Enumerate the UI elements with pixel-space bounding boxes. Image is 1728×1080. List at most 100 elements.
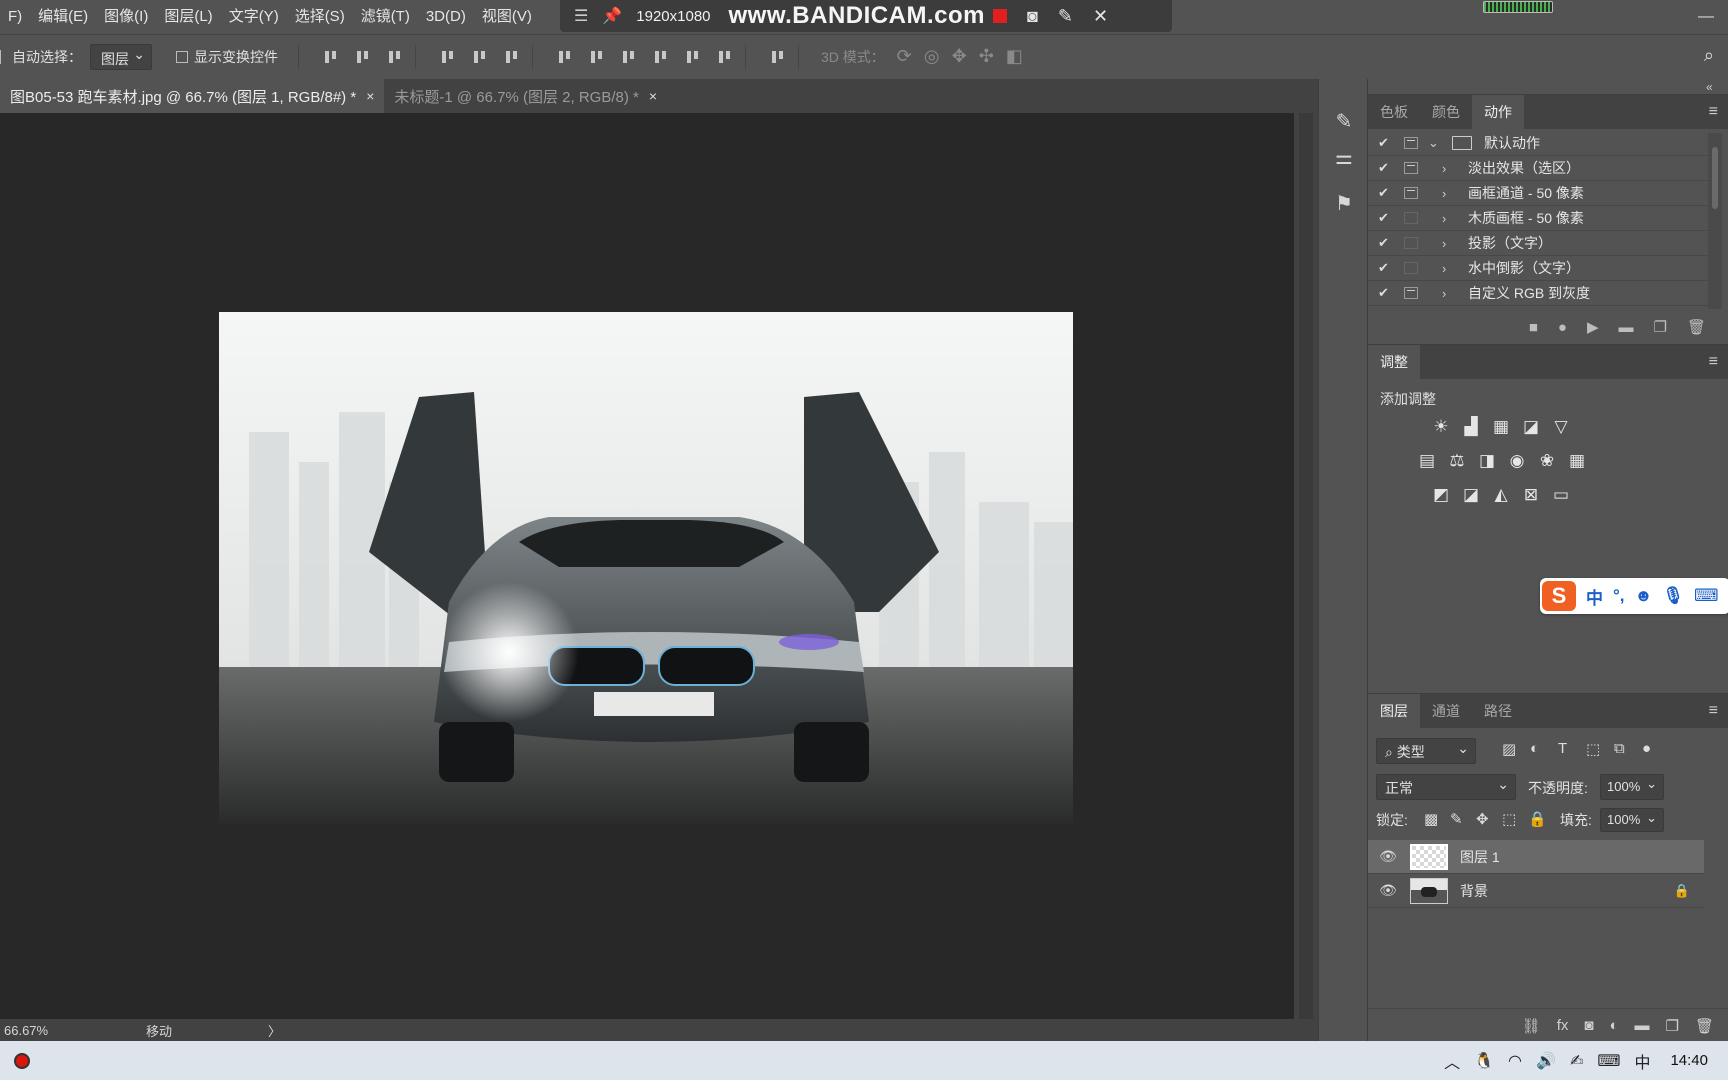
brightness-contrast-icon[interactable]: ☀	[1426, 415, 1456, 439]
play-icon[interactable]: ▶	[1587, 318, 1599, 336]
tab-paths[interactable]: 路径	[1472, 694, 1524, 728]
check-icon[interactable]: ✔	[1378, 160, 1394, 176]
tab-layers[interactable]: 图层	[1368, 694, 1420, 728]
fx-icon[interactable]: fx	[1557, 1017, 1569, 1034]
tab-document-2[interactable]: 未标题-1 @ 66.7% (图层 2, RGB/8) * ×	[384, 79, 667, 113]
clone-source-icon[interactable]: ⚑	[1329, 189, 1359, 219]
check-icon[interactable]: ✔	[1378, 210, 1394, 226]
actions-scrollbar[interactable]	[1708, 133, 1722, 309]
menu-view[interactable]: 视图(V)	[474, 0, 540, 34]
qq-icon[interactable]: 🐧	[1474, 1051, 1494, 1071]
filter-toggle-icon[interactable]: ●	[1642, 740, 1651, 757]
lock-transparent-icon[interactable]: ▩	[1424, 810, 1438, 828]
eye-icon[interactable]: 👁	[1378, 882, 1398, 899]
distribute-hcenter-icon[interactable]	[685, 48, 703, 66]
distribute-top-icon[interactable]	[557, 48, 575, 66]
distribute-vcenter-icon[interactable]	[589, 48, 607, 66]
check-icon[interactable]: ✔	[1378, 285, 1394, 301]
photo-filter-icon[interactable]: ◉	[1502, 449, 1532, 473]
ime-mode[interactable]: 中	[1586, 584, 1603, 609]
tab-actions[interactable]: 动作	[1472, 95, 1524, 129]
show-transform-checkbox[interactable]	[176, 50, 188, 63]
dialog-toggle[interactable]	[1404, 162, 1418, 174]
microphone-icon[interactable]: 🎙	[1662, 586, 1684, 606]
filter-shape-icon[interactable]: ⬚	[1586, 740, 1600, 758]
check-icon[interactable]: ✔	[1378, 185, 1394, 201]
color-balance-icon[interactable]: ⚖	[1442, 449, 1472, 473]
properties-icon[interactable]: ⚌	[1329, 143, 1359, 173]
action-row[interactable]: ✔ › 画框通道 - 50 像素	[1368, 181, 1708, 206]
search-icon[interactable]: ⌕	[1704, 45, 1714, 66]
lock-position-icon[interactable]: ✥	[1476, 810, 1489, 828]
action-row[interactable]: ✔ › 投影（文字）	[1368, 231, 1708, 256]
action-row[interactable]: ✔ › 水中倒影（文字）	[1368, 256, 1708, 281]
close-icon[interactable]: ×	[649, 88, 657, 104]
new-layer-icon[interactable]: ❐	[1666, 1017, 1679, 1035]
eye-icon[interactable]: 👁	[1378, 848, 1398, 865]
align-right-icon[interactable]	[504, 48, 522, 66]
zoom-level[interactable]: 66.67%	[0, 1023, 56, 1038]
lock-artboard-icon[interactable]: ⬚	[1502, 810, 1516, 828]
check-icon[interactable]: ✔	[1378, 135, 1394, 151]
selective-color-icon[interactable]: ⊠	[1516, 483, 1546, 507]
filter-smart-object-icon[interactable]: ⧉	[1614, 740, 1625, 757]
minimize-icon[interactable]: —	[1684, 8, 1728, 26]
chevron-right-icon[interactable]: ›	[1442, 186, 1456, 201]
tab-channels[interactable]: 通道	[1420, 694, 1472, 728]
panel-menu-icon[interactable]: ≡	[1709, 103, 1718, 121]
posterize-icon[interactable]: ◪	[1456, 483, 1486, 507]
menu-3d[interactable]: 3D(D)	[418, 0, 474, 34]
chevron-right-icon[interactable]: ›	[1442, 286, 1456, 301]
ime-punctuation[interactable]: °,	[1613, 586, 1625, 606]
pin-icon[interactable]: 📌	[602, 6, 622, 26]
status-expand-arrow[interactable]: 〉	[268, 1021, 281, 1040]
color-lookup-icon[interactable]: ▦	[1562, 449, 1592, 473]
curves-icon[interactable]: ▦	[1486, 415, 1516, 439]
chevron-up-icon[interactable]: ︿	[1444, 1049, 1460, 1073]
collapse-right-icon[interactable]: «	[1706, 80, 1713, 94]
dialog-toggle[interactable]	[1404, 187, 1418, 199]
gradient-map-icon[interactable]: ▭	[1546, 483, 1576, 507]
group-folder-icon[interactable]: ▬	[1635, 1017, 1650, 1034]
filter-pixel-icon[interactable]: ▨	[1502, 740, 1516, 758]
clock[interactable]: 14:40	[1670, 1052, 1708, 1069]
menu-edit[interactable]: 编辑(E)	[30, 0, 96, 34]
action-row[interactable]: ✔ › 自定义 RGB 到灰度	[1368, 281, 1708, 306]
action-set-row[interactable]: ✔ ⌄ 默认动作	[1368, 131, 1708, 156]
align-vcenter-icon[interactable]	[355, 48, 373, 66]
trash-icon[interactable]: 🗑	[1695, 1017, 1714, 1035]
blend-mode-dropdown[interactable]: 正常	[1376, 774, 1516, 800]
black-white-icon[interactable]: ◨	[1472, 449, 1502, 473]
car-photo[interactable]	[219, 312, 1073, 824]
camera-icon[interactable]: ◙	[1027, 6, 1038, 27]
new-set-folder-icon[interactable]: ▬	[1619, 319, 1634, 336]
fill-input[interactable]: 100%	[1600, 808, 1664, 832]
chevron-right-icon[interactable]: ›	[1442, 236, 1456, 251]
check-icon[interactable]: ✔	[1378, 235, 1394, 251]
menu-file[interactable]: F)	[0, 0, 30, 34]
keyboard-icon[interactable]: ⌨	[1694, 586, 1719, 606]
check-icon[interactable]: ✔	[1378, 260, 1394, 276]
sogou-logo-icon[interactable]: S	[1542, 581, 1576, 611]
layer-row[interactable]: 👁 背景 🔒	[1368, 874, 1704, 908]
distribute-right-icon[interactable]	[717, 48, 735, 66]
roll-3d-icon[interactable]: ◎	[924, 46, 940, 67]
tab-swatches[interactable]: 色板	[1368, 95, 1420, 129]
distribute-bottom-icon[interactable]	[621, 48, 639, 66]
layer-row[interactable]: 👁 图层 1	[1368, 840, 1704, 874]
close-icon[interactable]: ✕	[1093, 6, 1108, 27]
chevron-right-icon[interactable]: ›	[1442, 161, 1456, 176]
layer-filter-dropdown[interactable]: ⌕ 类型	[1376, 738, 1476, 764]
slide-3d-icon[interactable]: ✣	[979, 46, 994, 67]
stop-icon[interactable]: ■	[1529, 319, 1538, 336]
dialog-toggle[interactable]	[1404, 137, 1418, 149]
vibrance-icon[interactable]: ▽	[1546, 415, 1576, 439]
channel-mixer-icon[interactable]: ❀	[1532, 449, 1562, 473]
ime-indicator[interactable]: 中	[1634, 1049, 1650, 1073]
tab-document-1[interactable]: 图B05-53 跑车素材.jpg @ 66.7% (图层 1, RGB/8#) …	[0, 79, 385, 113]
wifi-icon[interactable]: ◠	[1508, 1051, 1522, 1071]
align-left-icon[interactable]	[440, 48, 458, 66]
dialog-toggle[interactable]	[1404, 287, 1418, 299]
chevron-right-icon[interactable]: ›	[1442, 211, 1456, 226]
action-row[interactable]: ✔ › 木质画框 - 50 像素	[1368, 206, 1708, 231]
